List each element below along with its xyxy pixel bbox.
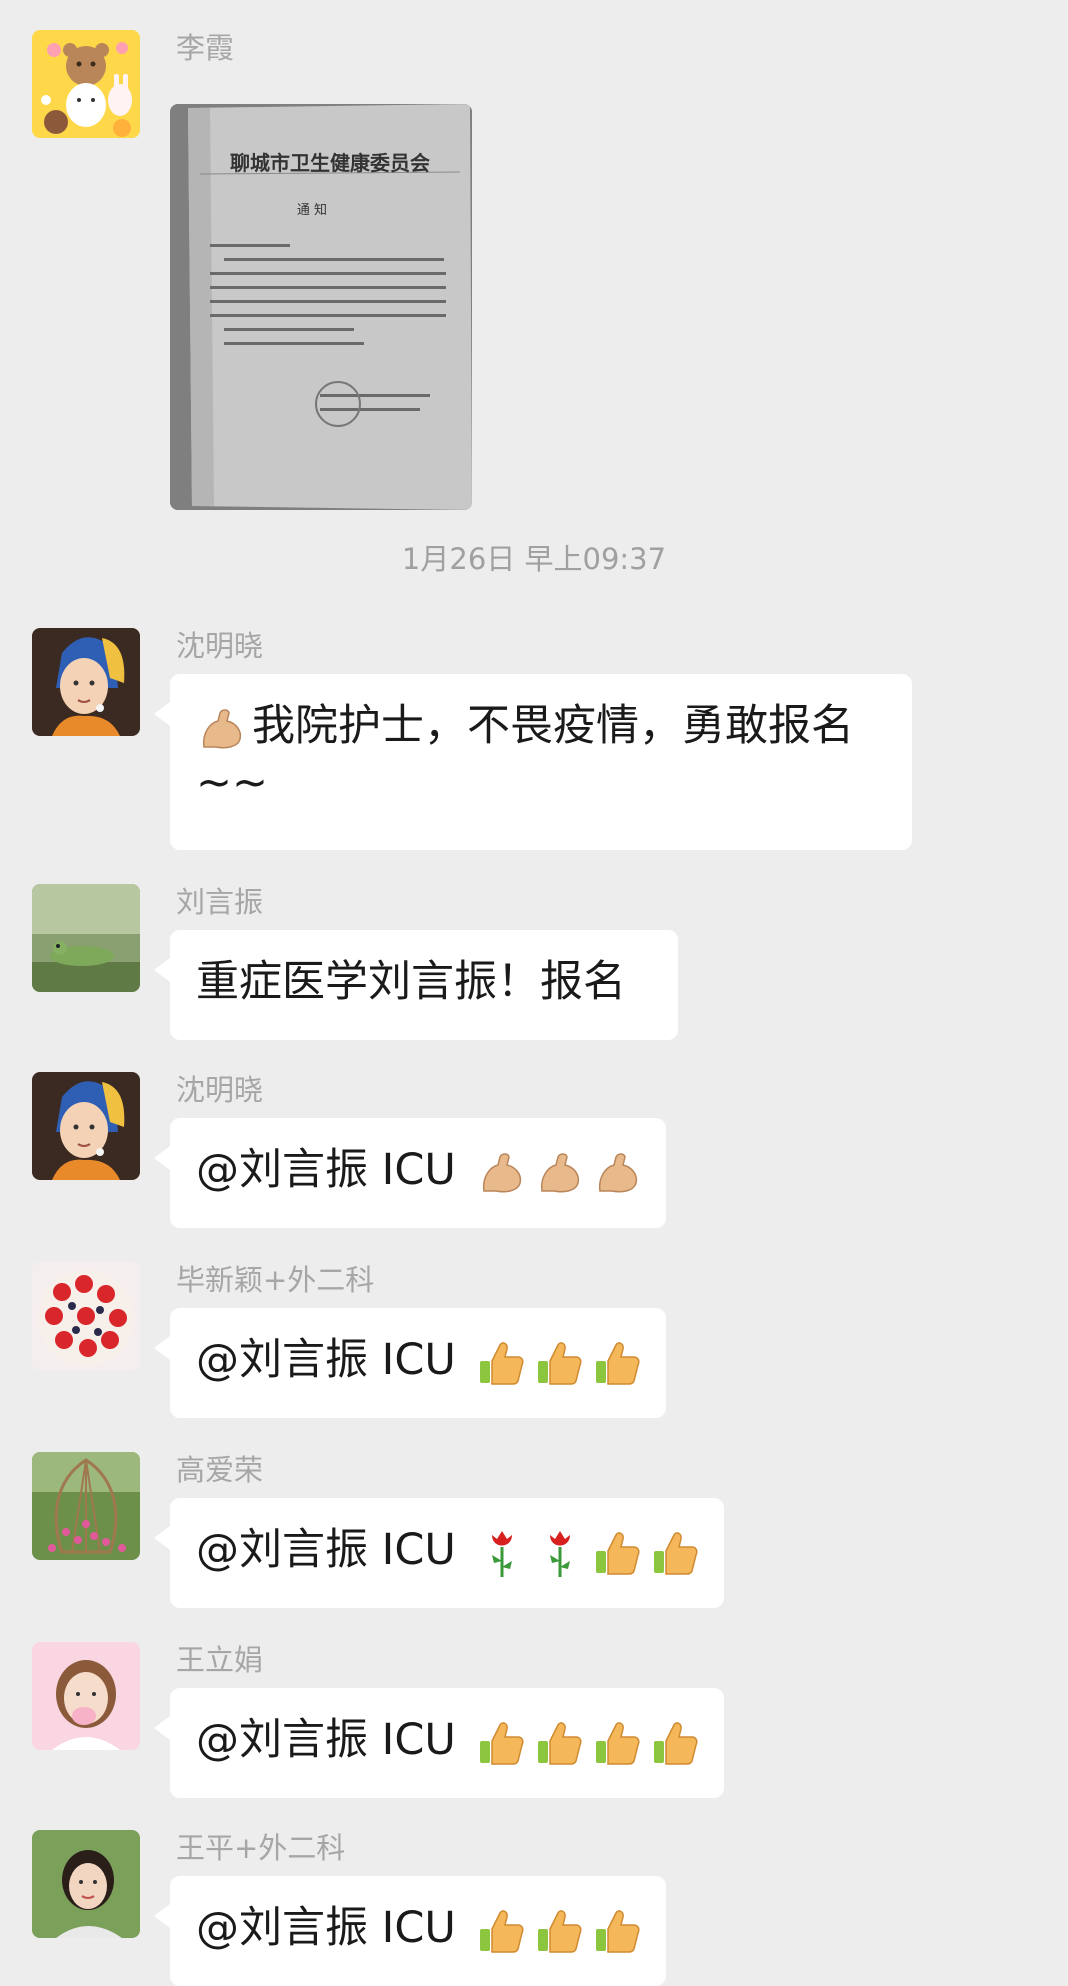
- thumbs-up-icon: [534, 1337, 586, 1389]
- sender-name: 王立娟: [176, 1643, 264, 1677]
- avatar[interactable]: [32, 1452, 140, 1560]
- rose-icon: [534, 1527, 586, 1579]
- document-title: 聊城市卫生健康委员会: [230, 151, 430, 175]
- sender-name: 沈明晓: [176, 1073, 264, 1107]
- message-text: @刘言振 ICU: [196, 1525, 456, 1575]
- thumbs-up-icon: [534, 1905, 586, 1957]
- thumbs-up-icon: [592, 1905, 644, 1957]
- avatar[interactable]: [32, 30, 140, 138]
- sender-name: 李霞: [176, 31, 235, 65]
- message-text: 重症医学刘言振！报名: [196, 957, 626, 1007]
- thumbs-up-icon: [592, 1717, 644, 1769]
- notice-photo[interactable]: 聊城市卫生健康委员会 通 知: [170, 104, 472, 510]
- message-bubble[interactable]: 我院护士，不畏疫情，勇敢报名 ~~: [154, 674, 912, 850]
- thumbs-up-icon: [650, 1717, 702, 1769]
- avatar[interactable]: [32, 1072, 140, 1180]
- thumbs-up-icon: [650, 1527, 702, 1579]
- thumbs-up-icon: [476, 1717, 528, 1769]
- message-bubble[interactable]: @刘言振 ICU: [154, 1498, 724, 1608]
- document-subtitle: 通 知: [297, 202, 327, 218]
- rose-icon: [476, 1527, 528, 1579]
- flexed-biceps-icon: [476, 1147, 528, 1199]
- avatar[interactable]: [32, 1642, 140, 1750]
- message-text: @刘言振 ICU: [196, 1335, 456, 1385]
- chat-history[interactable]: 李霞 聊城市卫生健康委员会 通 知 1月26日 早上09:37 沈明晓 我院护士…: [0, 0, 1068, 1986]
- thumbs-up-icon: [476, 1905, 528, 1957]
- flexed-biceps-icon: [592, 1147, 644, 1199]
- message-bubble[interactable]: @刘言振 ICU: [154, 1688, 724, 1798]
- thumbs-up-icon: [476, 1337, 528, 1389]
- avatar[interactable]: [32, 1262, 140, 1370]
- message-bubble[interactable]: @刘言振 ICU: [154, 1118, 666, 1228]
- sender-name: 王平+外二科: [176, 1831, 346, 1865]
- thumbs-up-icon: [592, 1527, 644, 1579]
- message-bubble[interactable]: @刘言振 ICU: [154, 1876, 666, 1986]
- time-separator: 1月26日 早上09:37: [401, 542, 667, 576]
- message-bubble[interactable]: @刘言振 ICU: [154, 1308, 666, 1418]
- avatar[interactable]: [32, 1830, 140, 1938]
- message-text: 我院护士，不畏疫情，勇敢报名: [252, 701, 854, 751]
- message-bubble[interactable]: 重症医学刘言振！报名: [154, 930, 678, 1040]
- sender-name: 毕新颖+外二科: [176, 1263, 375, 1297]
- message-text: @刘言振 ICU: [196, 1145, 456, 1195]
- avatar[interactable]: [32, 628, 140, 736]
- flexed-biceps-icon: [196, 703, 248, 755]
- message-text: @刘言振 ICU: [196, 1903, 456, 1953]
- thumbs-up-icon: [534, 1717, 586, 1769]
- avatar[interactable]: [32, 884, 140, 992]
- message-text: @刘言振 ICU: [196, 1715, 456, 1765]
- sender-name: 沈明晓: [176, 629, 264, 663]
- sender-name: 高爱荣: [176, 1453, 264, 1487]
- sender-name: 刘言振: [176, 885, 264, 919]
- message-text-line2: ~~: [196, 757, 269, 808]
- thumbs-up-icon: [592, 1337, 644, 1389]
- flexed-biceps-icon: [534, 1147, 586, 1199]
